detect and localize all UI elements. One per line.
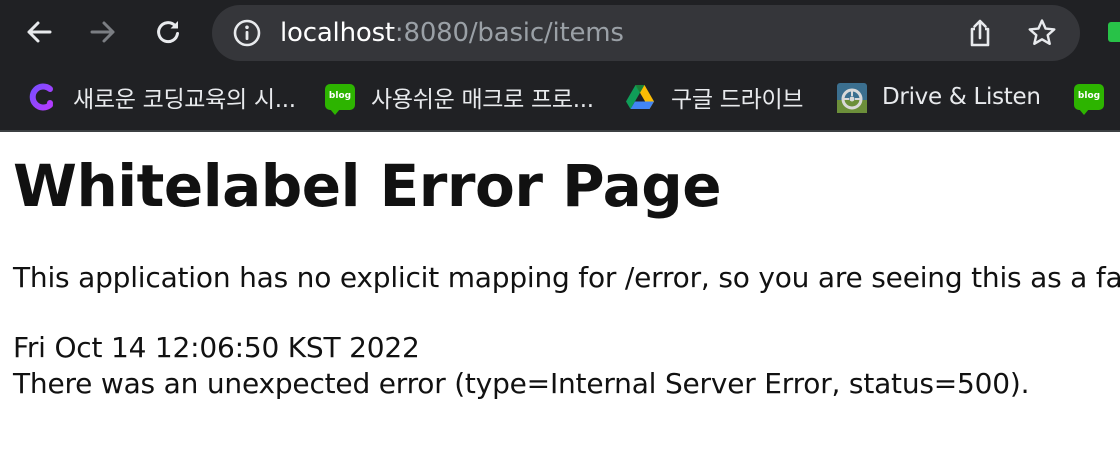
purple-c-icon bbox=[27, 82, 57, 112]
drive-listen-icon bbox=[836, 82, 867, 113]
bookmark-item-coding[interactable]: 새로운 코딩교육의 시... bbox=[27, 79, 296, 115]
bookmark-star-button[interactable] bbox=[1026, 17, 1058, 49]
bookmark-label: 구글 드라이브 bbox=[671, 87, 804, 113]
reload-icon bbox=[157, 21, 179, 44]
bookmark-item-blog[interactable]: blog bbox=[1074, 79, 1104, 115]
bookmark-label: 사용쉬운 매크로 프로... bbox=[371, 87, 594, 113]
page-content: Whitelabel Error Page This application h… bbox=[0, 132, 1120, 402]
bookmarks-bar: 새로운 코딩교육의 시... blog 사용쉬운 매크로 프로... 구글 드라… bbox=[0, 66, 1120, 132]
url-host: localhost bbox=[280, 18, 395, 48]
reload-button[interactable] bbox=[150, 14, 186, 50]
url-path: :8080/basic/items bbox=[394, 18, 624, 48]
google-drive-icon bbox=[625, 82, 655, 112]
arrow-right-icon bbox=[90, 21, 115, 43]
bookmark-label: Drive & Listen bbox=[882, 84, 1041, 110]
extension-icon[interactable] bbox=[1108, 22, 1120, 42]
bookmark-item-google-drive[interactable]: 구글 드라이브 bbox=[625, 79, 803, 115]
share-button[interactable] bbox=[964, 17, 996, 49]
bookmark-label: 새로운 코딩교육의 시... bbox=[73, 87, 296, 113]
bookmark-item-macro[interactable]: blog 사용쉬운 매크로 프로... bbox=[325, 79, 594, 115]
page-title: Whitelabel Error Page bbox=[13, 152, 722, 220]
error-timestamp: Fri Oct 14 12:06:50 KST 2022 bbox=[13, 331, 420, 364]
error-message: There was an unexpected error (type=Inte… bbox=[13, 367, 1030, 400]
forward-button[interactable] bbox=[85, 14, 121, 50]
site-info-button[interactable] bbox=[232, 18, 262, 48]
blog-icon: blog bbox=[1074, 82, 1104, 115]
back-button[interactable] bbox=[21, 14, 57, 50]
blog-icon: blog bbox=[325, 82, 355, 115]
address-bar[interactable]: localhost:8080/basic/items bbox=[212, 5, 1080, 61]
arrow-left-icon bbox=[27, 21, 52, 43]
url-text[interactable]: localhost:8080/basic/items bbox=[280, 18, 624, 48]
info-icon bbox=[233, 19, 261, 47]
share-icon bbox=[970, 19, 990, 47]
error-description: This application has no explicit mapping… bbox=[13, 261, 1120, 294]
star-icon bbox=[1028, 19, 1056, 45]
error-details: Fri Oct 14 12:06:50 KST 2022 There was a… bbox=[13, 330, 1107, 402]
bookmark-item-drive-listen[interactable]: Drive & Listen bbox=[836, 79, 1041, 115]
browser-toolbar: localhost:8080/basic/items bbox=[0, 0, 1120, 66]
